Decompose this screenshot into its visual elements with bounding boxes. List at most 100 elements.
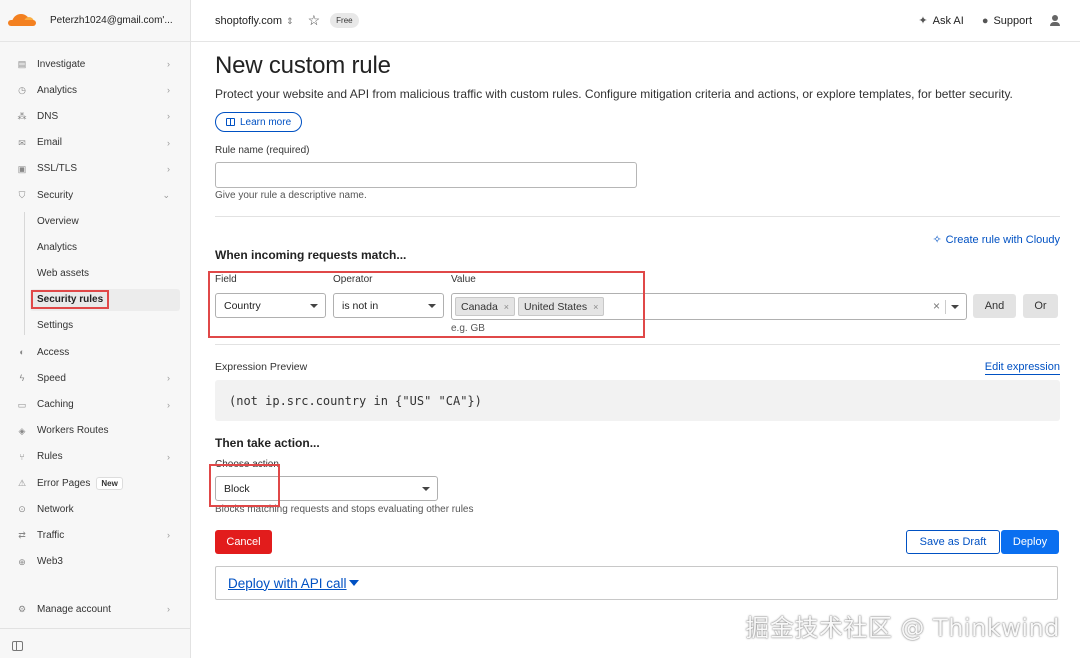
chevron-right-icon: ›: [167, 85, 170, 96]
chevron-down-icon: ⌄: [162, 189, 170, 200]
divider: [215, 344, 1060, 345]
shield-icon: ⛉: [18, 190, 26, 201]
plan-badge: Free: [330, 13, 359, 28]
and-button[interactable]: And: [973, 294, 1016, 318]
deploy-with-api-call-link[interactable]: Deploy with API call: [228, 576, 347, 591]
sidebar-nav: ▤ Investigate › ◷ Analytics › ⁂ DNS › ✉ Email › …: [0, 42, 190, 575]
star-icon[interactable]: ☆: [308, 12, 321, 29]
globe-icon: ⊕: [18, 556, 26, 567]
collapse-sidebar-icon[interactable]: [12, 641, 23, 651]
sidebar-item-manage-account[interactable]: ⚙ Manage account ›: [0, 596, 190, 622]
rule-name-hint: Give your rule a descriptive name.: [215, 190, 367, 201]
book-icon: [226, 118, 235, 126]
security-rules-label: Security rules: [31, 290, 110, 310]
sidebar-item-analytics[interactable]: ◷ Analytics ›: [0, 77, 190, 103]
chevron-right-icon: ›: [167, 163, 170, 174]
lock-icon: ▣: [17, 163, 27, 174]
ask-ai-button[interactable]: ✦ Ask AI: [918, 14, 963, 28]
sparkle-icon: ✦: [918, 15, 928, 27]
cloudflare-logo[interactable]: [8, 13, 36, 28]
server-icon: ▭: [17, 399, 27, 410]
match-heading: When incoming requests match...: [215, 248, 407, 262]
page-description: Protect your website and API from malici…: [215, 87, 1013, 101]
watermark: 掘金技术社区 @ Thinkwind: [745, 614, 1060, 642]
highlight-box: [209, 464, 280, 507]
api-call-disclosure[interactable]: Deploy with API call: [215, 566, 1058, 600]
or-button[interactable]: Or: [1023, 294, 1058, 318]
new-badge: New: [96, 476, 123, 490]
sparkle-icon: ✧: [932, 234, 942, 246]
create-rule-with-cloudy-link[interactable]: ✧ Create rule with Cloudy: [932, 233, 1060, 247]
action-heading: Then take action...: [215, 436, 320, 450]
expression-preview-label: Expression Preview: [215, 361, 308, 373]
sidebar: Peterzh1024@gmail.com'... ▤ Investigate › …: [0, 0, 191, 658]
top-bar: shoptofly.com ⇕ ☆ Free ✦ Ask AI ● Support: [191, 0, 1080, 42]
sidebar-item-security-analytics[interactable]: Analytics: [0, 234, 190, 260]
chevron-down-icon[interactable]: [951, 304, 959, 309]
clear-icon[interactable]: ×: [933, 299, 940, 313]
help-icon: ●: [981, 14, 989, 27]
sidebar-item-ssl-tls[interactable]: ▣ SSL/TLS ›: [0, 156, 190, 182]
rule-name-label: Rule name (required): [215, 145, 310, 156]
chevron-right-icon: ›: [167, 451, 170, 462]
bolt-icon: ϟ: [19, 373, 25, 384]
chevron-right-icon: ›: [167, 59, 170, 70]
sidebar-item-network[interactable]: ⊙ Network: [0, 496, 190, 522]
deploy-button[interactable]: Deploy: [1001, 530, 1059, 554]
workers-icon: ◈: [18, 425, 26, 436]
sidebar-item-caching[interactable]: ▭ Caching ›: [0, 391, 190, 417]
chevron-down-icon: [422, 486, 430, 491]
pin-icon: ⊙: [18, 504, 26, 515]
sidebar-item-rules[interactable]: ⑂ Rules ›: [0, 444, 190, 470]
separator: [945, 300, 946, 314]
sidebar-item-traffic[interactable]: ⇄ Traffic ›: [0, 522, 190, 548]
chevron-right-icon: ›: [167, 530, 170, 541]
chevron-right-icon: ›: [167, 399, 170, 410]
chevron-right-icon: ›: [167, 111, 170, 122]
sidebar-item-security-settings[interactable]: Settings: [0, 313, 190, 339]
clock-icon: ◷: [18, 85, 26, 96]
sidebar-item-speed[interactable]: ϟ Speed ›: [0, 365, 190, 391]
sidebar-divider: [0, 628, 190, 629]
fork-icon: ⑂: [19, 451, 25, 462]
mail-icon: ✉: [18, 137, 26, 148]
sidebar-item-security-rules[interactable]: Security rules: [0, 287, 190, 313]
sidebar-item-error-pages[interactable]: ⚠ Error Pages New: [0, 470, 190, 496]
support-button[interactable]: ● Support: [982, 15, 1032, 27]
sidebar-item-workers-routes[interactable]: ◈ Workers Routes: [0, 418, 190, 444]
top-actions: ✦ Ask AI ● Support: [918, 14, 1060, 27]
security-subnav: Overview Analytics Web assets Security r…: [0, 208, 190, 339]
sidebar-item-web-assets[interactable]: Web assets: [0, 261, 190, 287]
domain-switcher[interactable]: shoptofly.com ⇕: [215, 15, 294, 27]
sidebar-item-security-overview[interactable]: Overview: [0, 208, 190, 234]
document-icon: ▤: [17, 59, 27, 70]
sidebar-item-email[interactable]: ✉ Email ›: [0, 130, 190, 156]
divider: [215, 216, 1060, 217]
sidebar-item-web3[interactable]: ⊕ Web3: [0, 549, 190, 575]
warning-icon: ⚠: [17, 478, 27, 489]
save-as-draft-button[interactable]: Save as Draft: [906, 530, 1000, 554]
sidebar-item-security[interactable]: ⛉ Security ⌄: [0, 182, 190, 208]
network-icon: ⁂: [17, 111, 27, 122]
account-switcher[interactable]: Peterzh1024@gmail.com'...: [50, 15, 180, 26]
rule-name-input[interactable]: [215, 162, 637, 188]
traffic-icon: ⇄: [18, 530, 26, 541]
chevron-right-icon: ›: [167, 137, 170, 148]
sidebar-header: Peterzh1024@gmail.com'...: [0, 0, 190, 42]
sidebar-item-access[interactable]: ◐ Access: [0, 339, 190, 365]
up-down-chevron-icon: ⇕: [286, 15, 294, 26]
page-title: New custom rule: [215, 52, 391, 79]
edit-expression-link[interactable]: Edit expression: [984, 361, 1060, 375]
chevron-right-icon: ›: [167, 604, 170, 615]
access-icon: ◐: [19, 347, 25, 358]
highlight-box: [208, 271, 645, 338]
expression-preview: (not ip.src.country in {"US" "CA"}): [215, 380, 1060, 421]
user-icon[interactable]: [1050, 15, 1060, 26]
sidebar-item-dns[interactable]: ⁂ DNS ›: [0, 103, 190, 129]
cancel-button[interactable]: Cancel: [215, 530, 272, 554]
caret-down-icon: [348, 580, 359, 586]
sidebar-item-investigate[interactable]: ▤ Investigate ›: [0, 51, 190, 77]
learn-more-button[interactable]: Learn more: [215, 112, 303, 132]
gear-icon: ⚙: [17, 604, 27, 615]
chevron-right-icon: ›: [167, 373, 170, 384]
